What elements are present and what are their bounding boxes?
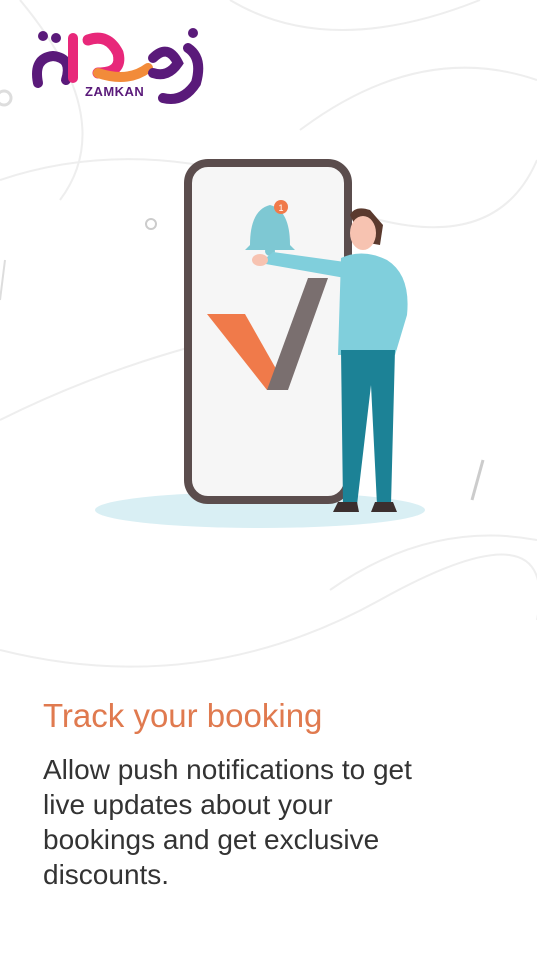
notification-badge: 1 xyxy=(278,203,283,213)
onboarding-title: Track your booking xyxy=(43,697,323,734)
logo-wordmark: ZAMKAN xyxy=(85,84,145,99)
phone-illustration: 1 xyxy=(95,159,425,528)
onboarding-description: Allow push notifications to get live upd… xyxy=(43,754,412,890)
